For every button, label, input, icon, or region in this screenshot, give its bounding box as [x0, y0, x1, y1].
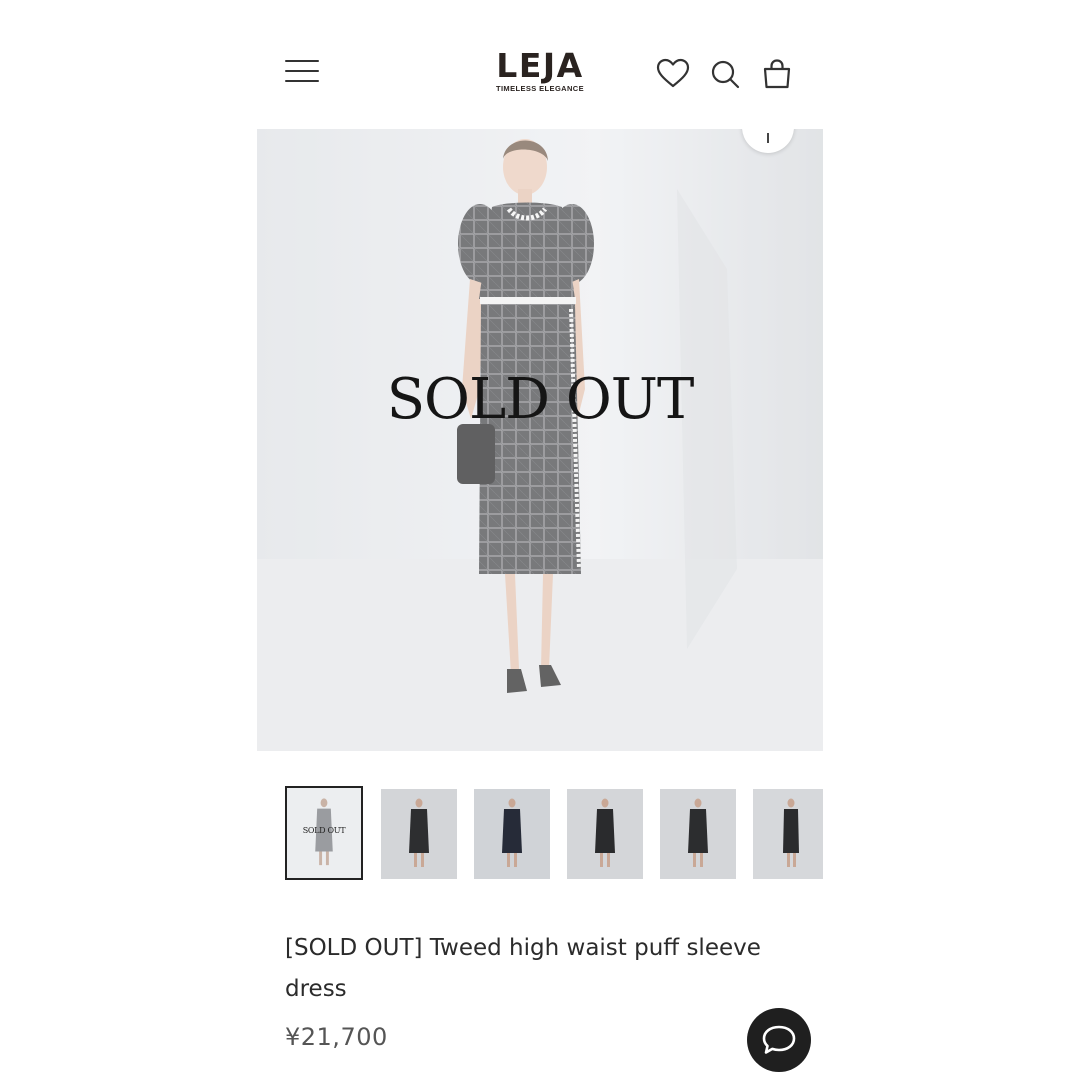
thumbnail-3[interactable]: [474, 789, 550, 879]
product-hero-image[interactable]: SOLD OUT: [257, 129, 823, 751]
brand-logo[interactable]: LEJA TIMELESS ELEGANCE: [490, 46, 590, 94]
thumbnail-2[interactable]: [381, 789, 457, 879]
search-icon[interactable]: [707, 56, 743, 92]
thumbnail-1[interactable]: SOLD OUT: [285, 786, 363, 880]
chat-bubble-icon[interactable]: [747, 1008, 811, 1072]
logo-tagline: TIMELESS ELEGANCE: [495, 84, 585, 93]
sold-out-veil: [257, 129, 823, 751]
thumbnail-sold-out-label: SOLD OUT: [302, 826, 346, 835]
hamburger-menu-icon[interactable]: [285, 60, 319, 88]
thumbnail-6[interactable]: [753, 789, 823, 879]
logo-wordmark: LEJA: [496, 46, 584, 85]
product-title: [SOLD OUT] Tweed high waist puff sleeve …: [285, 935, 761, 1002]
thumbnail-4[interactable]: [567, 789, 643, 879]
product-price: ¥21,700: [285, 1023, 388, 1051]
thumbnail-strip: SOLD OUT: [285, 786, 823, 882]
site-header: LEJA TIMELESS ELEGANCE: [257, 40, 823, 110]
thumbnail-5[interactable]: [660, 789, 736, 879]
heart-icon[interactable]: [655, 56, 691, 92]
shopping-bag-icon[interactable]: [759, 56, 795, 92]
sold-out-overlay: SOLD OUT: [386, 367, 695, 432]
